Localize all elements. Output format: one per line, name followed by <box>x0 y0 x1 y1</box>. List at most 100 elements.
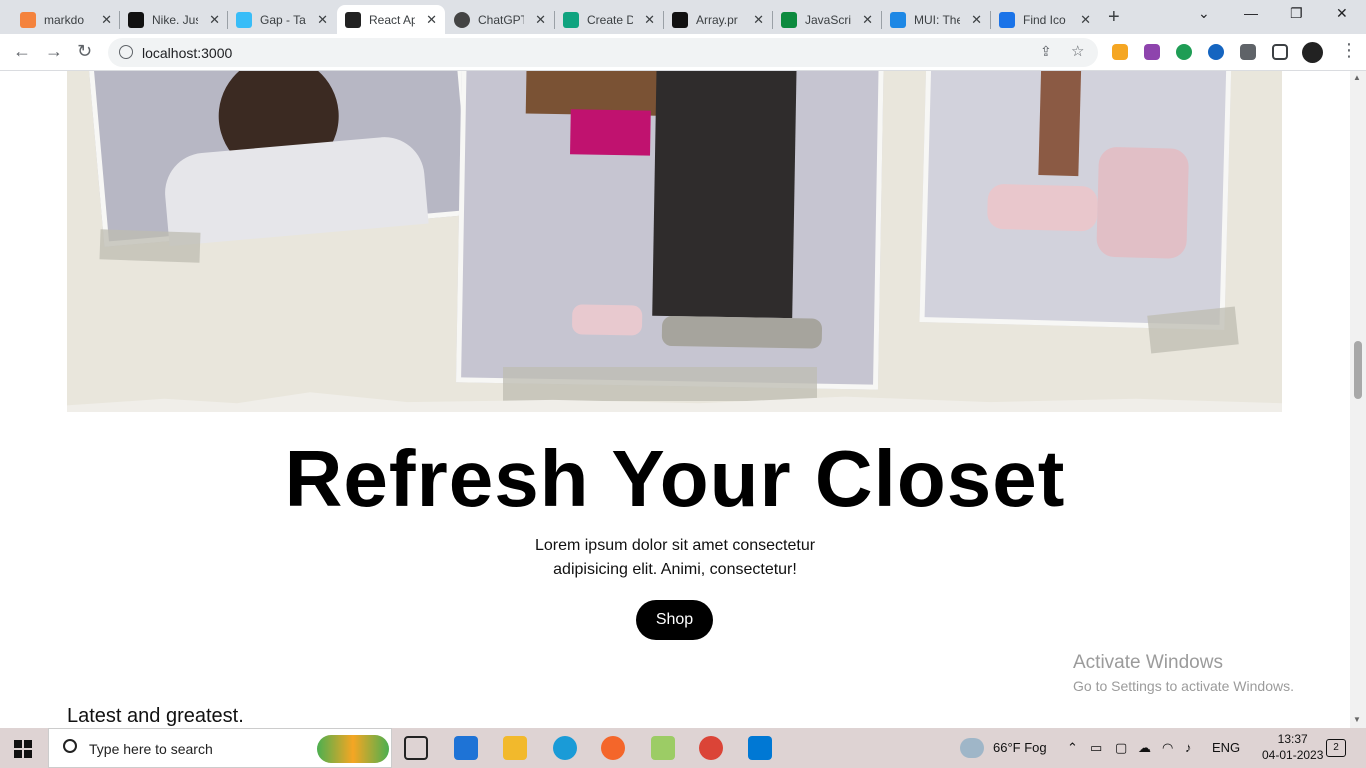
scroll-up-arrow-icon[interactable]: ▲ <box>1353 73 1361 82</box>
page-scrollbar[interactable]: ▲ ▼ <box>1350 71 1366 728</box>
menu-kebab-icon[interactable]: ⋮ <box>1340 40 1358 61</box>
notification-center-icon[interactable]: 2 <box>1326 739 1346 757</box>
tape-strip <box>99 229 201 263</box>
clock[interactable]: 13:37 04-01-2023 <box>1262 731 1323 763</box>
side-panel-icon[interactable] <box>1272 44 1288 60</box>
model-jacket <box>161 133 429 247</box>
close-tab-icon[interactable]: ✕ <box>644 12 655 28</box>
bookmark-star-icon[interactable]: ☆ <box>1071 42 1084 60</box>
pink-sneakers <box>571 304 643 336</box>
close-tab-icon[interactable]: ✕ <box>753 12 764 28</box>
close-window-icon[interactable]: ✕ <box>1336 5 1348 22</box>
tab-react-app[interactable]: React Ap ✕ <box>337 5 445 34</box>
file-explorer-icon[interactable] <box>503 736 527 760</box>
scroll-down-arrow-icon[interactable]: ▼ <box>1353 715 1361 724</box>
browser-toolbar: ← → ↻ localhost:3000 ⇪ ☆ ⋮ <box>0 34 1366 71</box>
page-viewport: Refresh Your Closet Lorem ipsum dolor si… <box>0 71 1350 728</box>
weather-text[interactable]: 66°F Fog <box>993 740 1047 755</box>
flag-favicon-icon <box>999 11 1015 28</box>
close-tab-icon[interactable]: ✕ <box>426 12 437 28</box>
search-highlight-icon[interactable] <box>317 735 389 763</box>
onedrive-icon[interactable]: ☁ <box>1138 740 1151 756</box>
volume-icon[interactable]: ♪ <box>1185 740 1192 755</box>
mui-favicon-icon <box>890 11 906 28</box>
close-tab-icon[interactable]: ✕ <box>535 12 546 28</box>
tab-mui[interactable]: MUI: The ✕ <box>882 5 990 34</box>
language-indicator[interactable]: ENG <box>1212 740 1240 755</box>
scrollbar-thumb[interactable] <box>1354 341 1362 399</box>
restore-icon[interactable]: ❐ <box>1290 5 1303 22</box>
close-tab-icon[interactable]: ✕ <box>1080 12 1091 28</box>
markdown-favicon-icon <box>20 11 36 28</box>
model-leg <box>1038 71 1082 177</box>
react-devtools-extension-icon[interactable] <box>1208 44 1224 60</box>
wifi-icon[interactable]: ◠ <box>1162 740 1173 756</box>
vscode-icon[interactable] <box>748 736 772 760</box>
device-icon[interactable]: ▢ <box>1115 740 1127 756</box>
section-title-latest: Latest and greatest. <box>67 705 244 727</box>
close-tab-icon[interactable]: ✕ <box>317 12 328 28</box>
hero-subtitle: Lorem ipsum dolor sit amet consectetur a… <box>534 537 816 578</box>
windows-start-icon[interactable] <box>14 740 32 758</box>
medium-favicon-icon <box>672 11 688 28</box>
taskbar-search-box[interactable]: Type here to search <box>48 728 392 768</box>
url-text: localhost:3000 <box>142 45 233 61</box>
forward-icon[interactable]: → <box>45 41 63 62</box>
edge-icon[interactable] <box>553 736 577 760</box>
activate-windows-watermark: Activate Windows Go to Settings to activ… <box>1073 652 1294 694</box>
extensions-puzzle-icon[interactable] <box>1240 44 1256 60</box>
w3schools-favicon-icon <box>781 11 797 28</box>
tab-nike[interactable]: Nike. Jus ✕ <box>120 5 228 34</box>
tab-markdown[interactable]: markdo ✕ <box>12 5 120 34</box>
tab-create[interactable]: Create D ✕ <box>555 5 663 34</box>
grey-sneakers <box>661 315 823 349</box>
search-icon <box>63 739 77 753</box>
chrome-icon[interactable] <box>699 736 723 760</box>
tab-tailwind-gap[interactable]: Gap - Ta ✕ <box>228 5 336 34</box>
grammarly-extension-icon[interactable] <box>1176 44 1192 60</box>
close-tab-icon[interactable]: ✕ <box>971 12 982 28</box>
windows-taskbar: Type here to search 66°F Fog ⌃ ▭ ▢ ☁ ◠ ♪… <box>0 728 1366 768</box>
weather-fog-icon[interactable] <box>960 738 984 758</box>
browser-tab-strip: markdo ✕ Nike. Jus ✕ Gap - Ta ✕ React Ap ✕ C… <box>0 0 1366 34</box>
openai-favicon-icon <box>563 11 579 28</box>
hero-collage <box>67 71 1282 412</box>
site-info-icon[interactable] <box>119 45 133 59</box>
hero-photo-center <box>456 71 884 390</box>
tab-find-icons[interactable]: Find Ico ✕ <box>991 5 1099 34</box>
task-view-icon[interactable] <box>404 736 428 760</box>
close-tab-icon[interactable]: ✕ <box>101 12 112 28</box>
address-bar[interactable]: localhost:3000 ⇪ ☆ <box>108 38 1098 67</box>
reload-icon[interactable]: ↻ <box>77 41 92 62</box>
tape-strip <box>1147 306 1239 354</box>
hero-photo-right <box>919 71 1232 330</box>
mail-icon[interactable] <box>454 736 478 760</box>
tab-search-icon[interactable]: ⌄ <box>1198 5 1210 22</box>
extension-icon[interactable] <box>1144 44 1160 60</box>
black-pants <box>652 71 797 319</box>
minimize-icon[interactable]: — <box>1244 5 1258 21</box>
tab-chatgpt[interactable]: ChatGPT ✕ <box>446 5 554 34</box>
react-favicon-icon <box>345 11 361 28</box>
color-picker-extension-icon[interactable] <box>1112 44 1128 60</box>
tray-chevron-icon[interactable]: ⌃ <box>1067 740 1078 756</box>
share-icon[interactable]: ⇪ <box>1040 43 1052 60</box>
battery-icon[interactable]: ▭ <box>1090 740 1102 756</box>
pink-air-max-right <box>1096 146 1190 259</box>
shop-button[interactable]: Shop <box>636 600 713 640</box>
tailwind-favicon-icon <box>236 11 252 28</box>
pink-shorts <box>570 109 651 156</box>
tab-javascript[interactable]: JavaScrip✕ <box>773 5 881 34</box>
postman-icon[interactable] <box>601 736 625 760</box>
hero-photo-left <box>86 71 476 247</box>
new-tab-icon[interactable]: + <box>1108 6 1120 29</box>
profile-avatar[interactable] <box>1302 42 1323 63</box>
close-tab-icon[interactable]: ✕ <box>209 12 220 28</box>
hero-title: Refresh Your Closet <box>284 434 1066 523</box>
close-tab-icon[interactable]: ✕ <box>862 12 873 28</box>
tab-array-prototype[interactable]: Array.pr ✕ <box>664 5 772 34</box>
nike-favicon-icon <box>128 11 144 28</box>
paint-app-icon[interactable] <box>651 736 675 760</box>
back-icon[interactable]: ← <box>13 41 31 62</box>
chatgpt-favicon-icon <box>454 11 470 28</box>
